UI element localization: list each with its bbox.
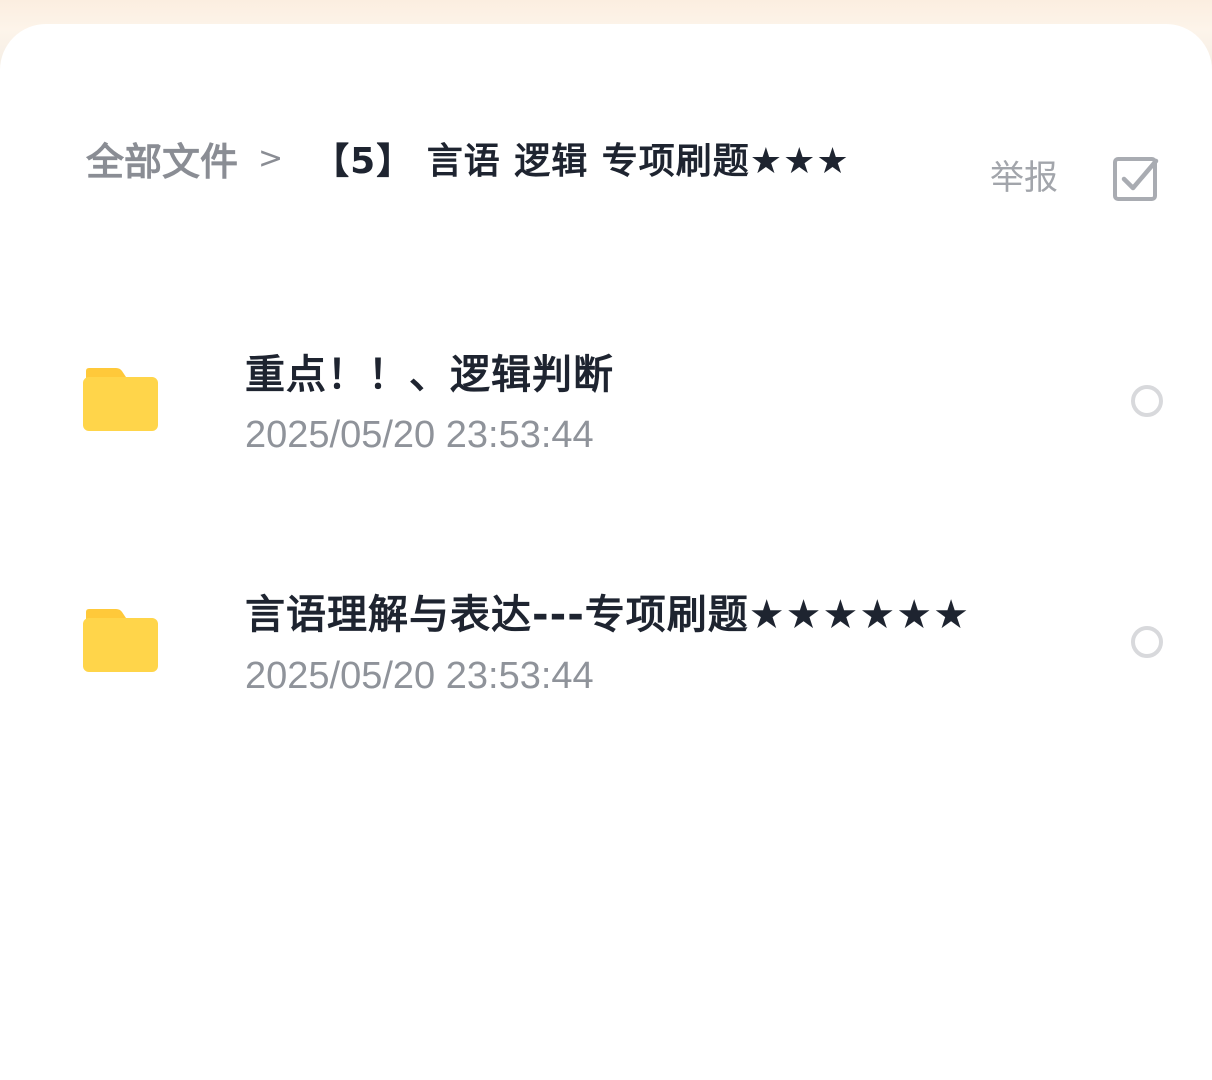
breadcrumb: 全部文件 > 【5】 言语 逻辑 专项刷题★★★: [86, 130, 966, 186]
checkbox-check-icon[interactable]: [1112, 155, 1160, 203]
file-list-item[interactable]: 言语理解与表达---专项刷题★★★★★★ 2025/05/20 23:53:44: [0, 560, 1212, 720]
breadcrumb-current-folder: 【5】 言语 逻辑 专项刷题★★★: [313, 141, 850, 182]
select-radio[interactable]: [1131, 626, 1163, 658]
file-list-item[interactable]: 重点！！、逻辑判断 2025/05/20 23:53:44: [0, 320, 1212, 480]
file-date: 2025/05/20 23:53:44: [245, 414, 594, 456]
select-radio[interactable]: [1131, 385, 1163, 417]
file-name: 重点！！、逻辑判断: [245, 352, 614, 398]
breadcrumb-separator: >: [258, 140, 284, 176]
breadcrumb-root-link[interactable]: 全部文件: [86, 131, 238, 186]
file-name: 言语理解与表达---专项刷题★★★★★★: [245, 592, 970, 638]
folder-icon: [83, 609, 158, 672]
folder-icon: [83, 368, 158, 431]
report-button[interactable]: 举报: [990, 150, 1058, 199]
file-date: 2025/05/20 23:53:44: [245, 655, 594, 697]
